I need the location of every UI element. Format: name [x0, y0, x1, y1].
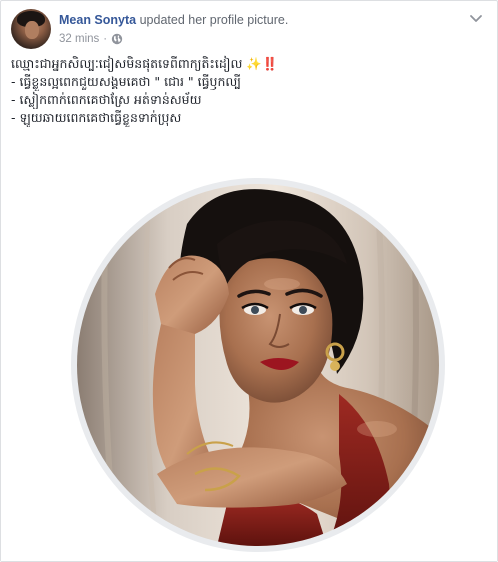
double-exclamation-emoji: ‼️ — [261, 56, 278, 71]
author-name-link[interactable]: Mean Sonyta — [59, 13, 136, 27]
globe-icon[interactable] — [111, 33, 123, 45]
post-message: ឈ្មោះជាអ្នកសិល្បៈជៀសមិនផុតទេពីពាក្យតិះដៀ… — [11, 55, 481, 127]
post-header: Mean Sonyta updated her profile picture.… — [11, 9, 288, 49]
feed-post: Mean Sonyta updated her profile picture.… — [0, 0, 498, 562]
post-media — [1, 151, 497, 561]
post-timestamp[interactable]: 32 mins — [59, 32, 99, 46]
profile-photo[interactable] — [77, 184, 439, 546]
post-message-line: - ធ្វើខ្លួនល្អពេកជួយសង្គមគេថា " ជោរ " ធ្… — [11, 74, 242, 89]
post-header-text: Mean Sonyta updated her profile picture.… — [59, 9, 288, 46]
post-message-line: ឈ្មោះជាអ្នកសិល្បៈជៀសមិនផុតទេពីពាក្យតិះដៀ… — [11, 56, 278, 71]
post-message-line: - ឡូយឆាយពេកគេថាធ្វើខ្លួនទាក់ប្រុស — [11, 110, 182, 125]
profile-photo-illustration — [77, 184, 439, 546]
post-meta: 32 mins · — [59, 32, 288, 46]
chevron-down-icon[interactable] — [469, 13, 483, 23]
meta-separator: · — [103, 33, 108, 45]
post-action-text: updated her profile picture. — [139, 13, 289, 27]
sparkle-emoji: ✨ — [246, 56, 262, 71]
post-title-line: Mean Sonyta updated her profile picture. — [59, 12, 288, 28]
author-avatar[interactable] — [11, 9, 51, 49]
avatar-face — [25, 21, 39, 39]
post-message-line: - ស្លៀកពាក់ពេកគេថាស្រែ អត់ទាន់សម័យ — [11, 92, 202, 107]
